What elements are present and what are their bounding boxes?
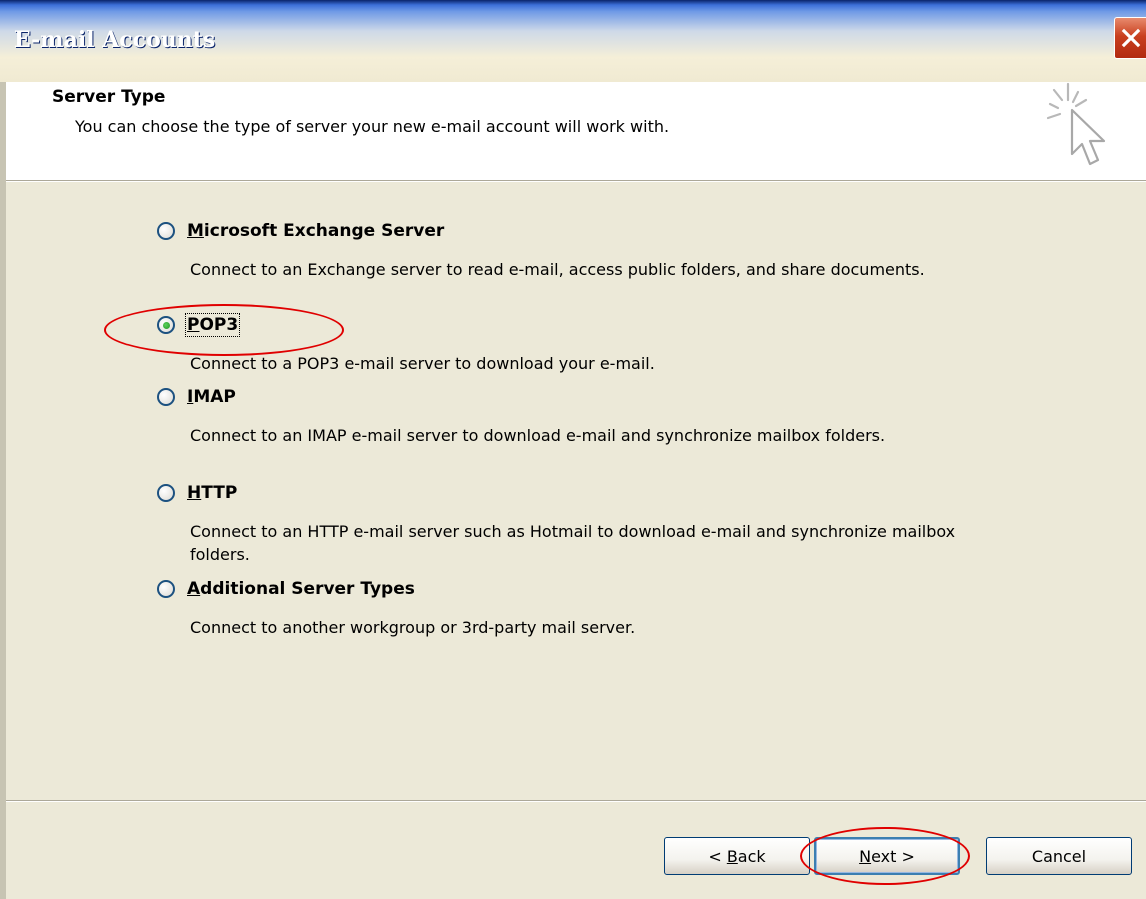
radio-exchange[interactable] [157,222,175,240]
option-label-pop3[interactable]: POP3 [184,313,241,337]
next-button[interactable]: Next > [814,837,960,875]
cancel-button[interactable]: Cancel [986,837,1132,875]
cursor-sparkle-icon [1046,82,1106,166]
close-button[interactable] [1114,17,1146,59]
mnemonic-exchange: M [187,221,204,241]
mnemonic-underline: B [726,846,738,866]
radio-selected-dot [163,322,170,329]
label-rest-additional: dditional Server Types [200,579,415,599]
next-button-label: Next > [859,846,915,866]
option-label-additional[interactable]: Additional Server Types [187,579,415,599]
email-accounts-dialog: E-mail Accounts Server Type You can choo… [0,0,1146,899]
option-desc-exchange: Connect to an Exchange server to read e-… [190,260,925,279]
option-label-exchange[interactable]: Microsoft Exchange Server [187,221,444,241]
radio-pop3[interactable] [157,316,175,334]
option-label-http[interactable]: HTTP [187,483,237,503]
header-divider-highlight [6,181,1146,182]
title-bar[interactable]: E-mail Accounts [0,0,1146,82]
label-rest-exchange: icrosoft Exchange Server [203,221,445,241]
mnemonic-additional: A [187,579,201,599]
cancel-button-label: Cancel [1031,846,1087,866]
option-desc-http: Connect to an HTTP e-mail server such as… [190,522,956,564]
mnemonic-underline: N [859,846,872,866]
label-rest-imap: MAP [193,387,236,407]
header-title: Server Type [52,87,166,107]
mnemonic-pop3: P [187,315,200,335]
close-x-icon [1121,28,1141,48]
back-button-label: < Back [708,846,766,866]
label-rest-pop3: OP3 [199,315,239,335]
footer-divider-highlight [6,801,1146,802]
label-rest-http: TTP [201,483,238,503]
option-label-imap[interactable]: IMAP [187,387,236,407]
radio-additional[interactable] [157,580,175,598]
option-desc-imap: Connect to an IMAP e-mail server to down… [190,426,886,445]
window-left-border [0,82,6,899]
option-desc-pop3: Connect to a POP3 e-mail server to downl… [190,354,655,373]
header-description: You can choose the type of server your n… [75,117,670,136]
mnemonic-http: H [187,483,202,503]
back-button[interactable]: < Back [664,837,810,875]
radio-http[interactable] [157,484,175,502]
option-desc-additional: Connect to another workgroup or 3rd-part… [190,618,636,637]
radio-imap[interactable] [157,388,175,406]
window-title: E-mail Accounts [14,27,216,53]
